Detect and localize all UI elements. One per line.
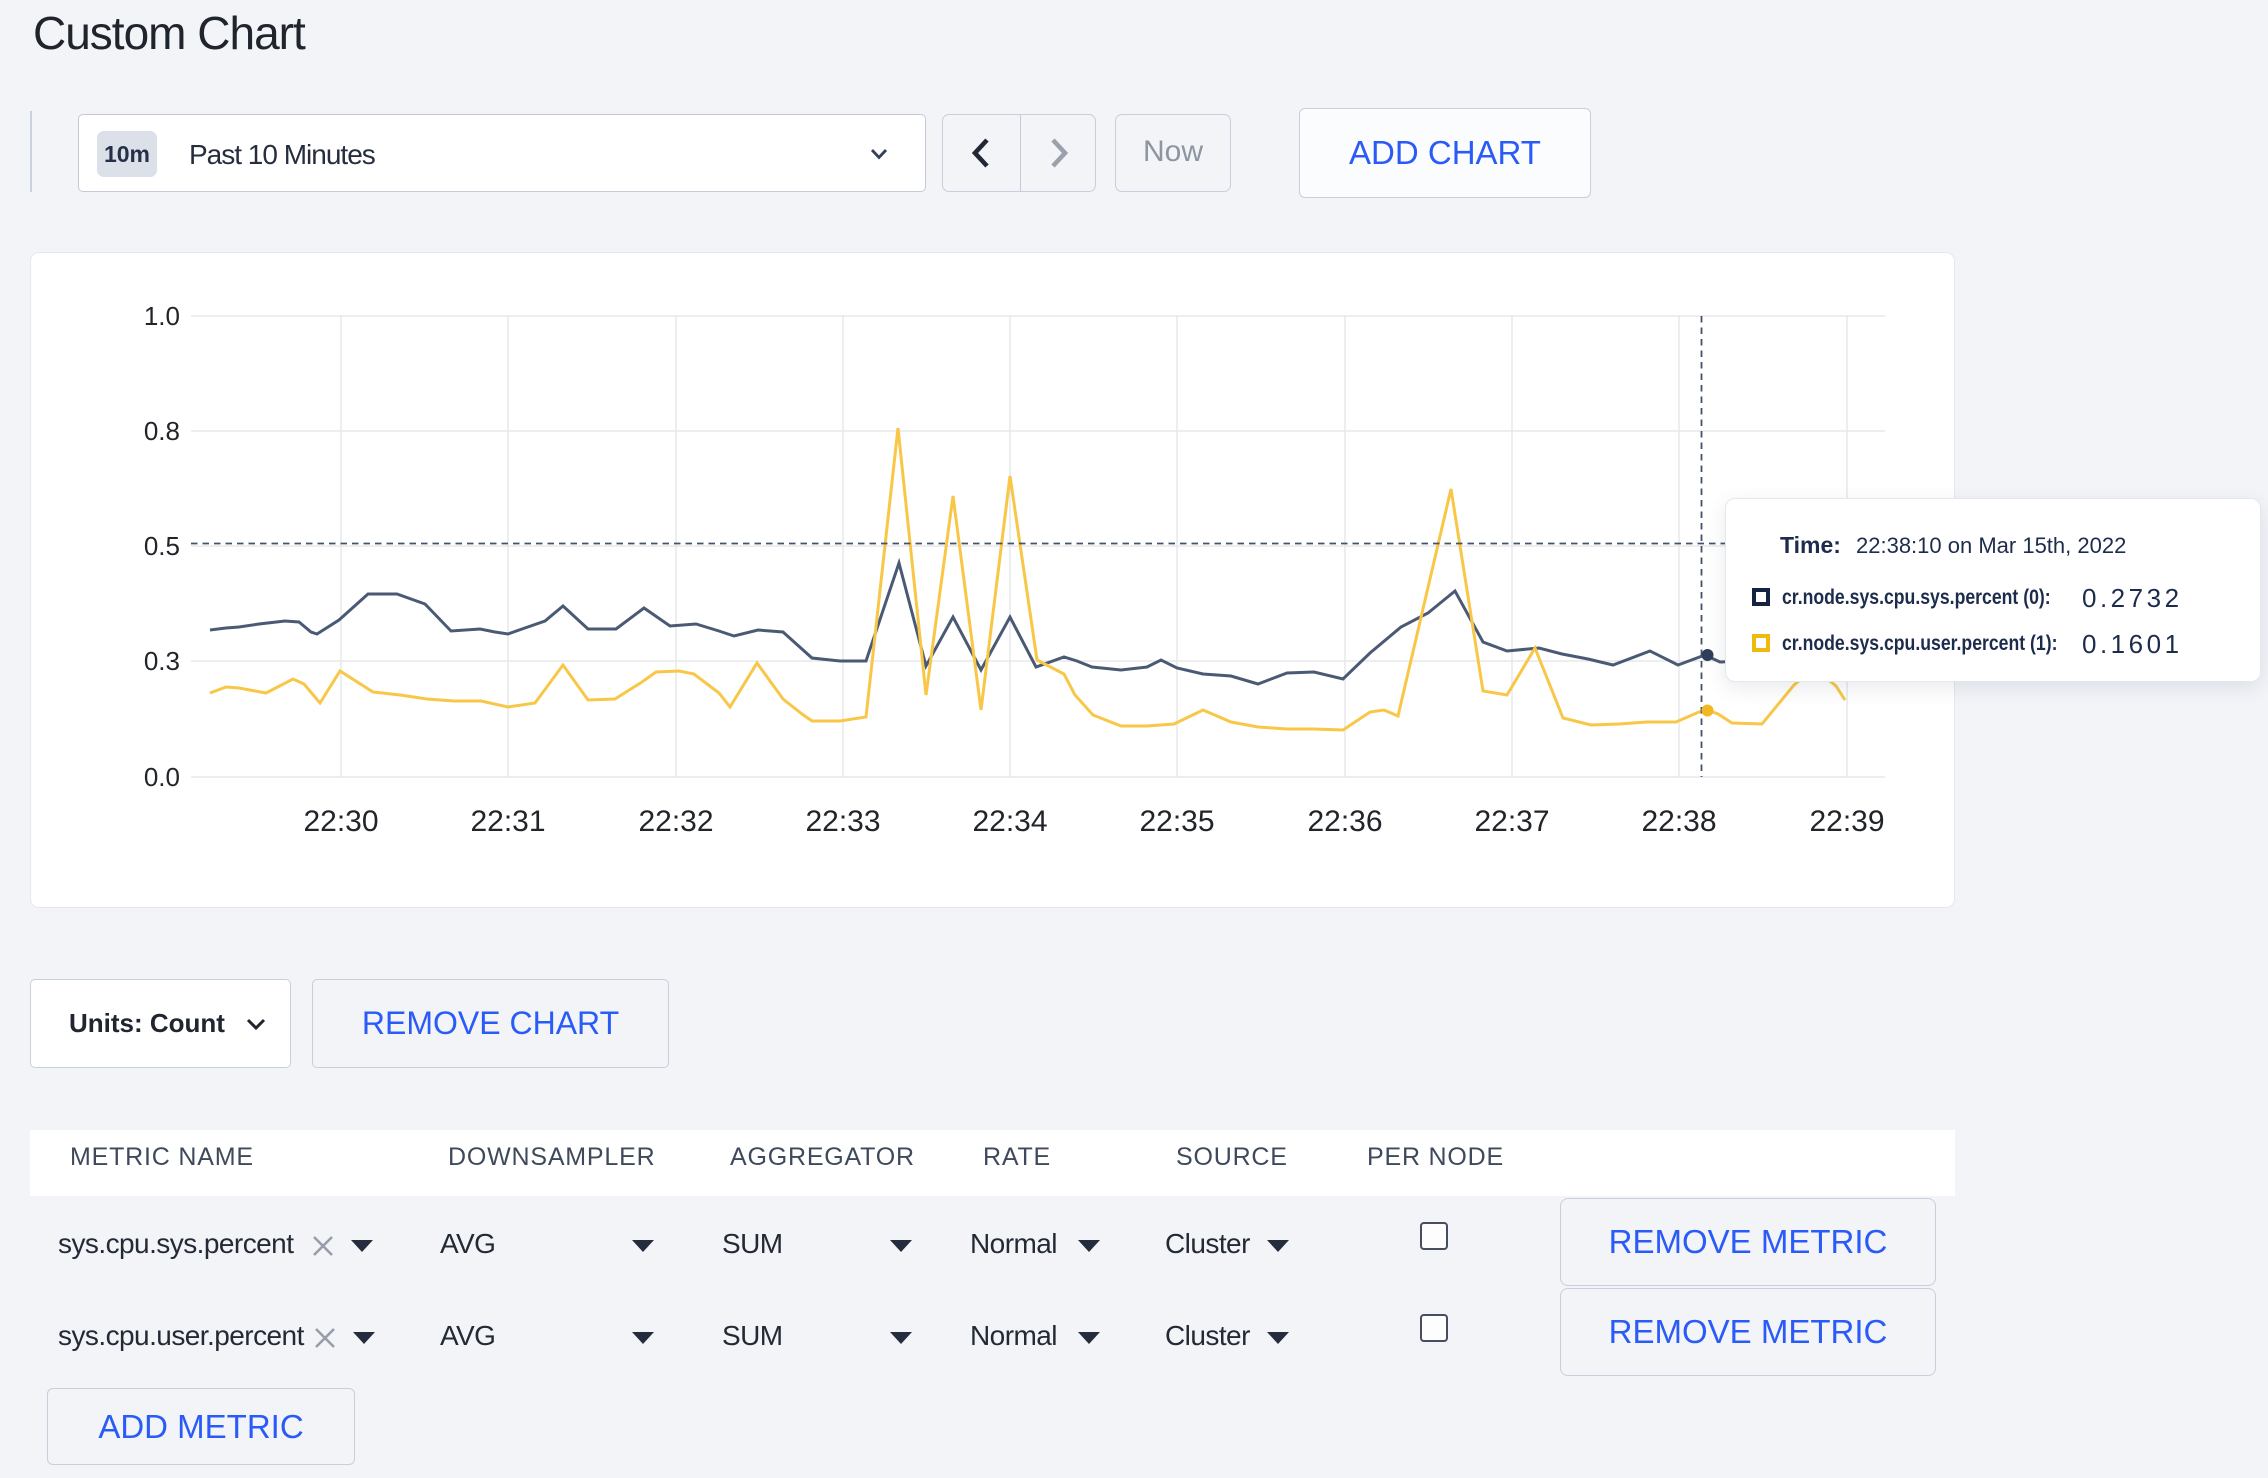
svg-text:0.3: 0.3 (144, 646, 180, 676)
svg-text:22:32: 22:32 (638, 805, 713, 838)
svg-text:22:31: 22:31 (470, 805, 545, 838)
svg-text:0.5: 0.5 (144, 531, 180, 561)
svg-text:22:30: 22:30 (303, 805, 378, 838)
svg-text:1.0: 1.0 (144, 301, 180, 331)
svg-text:22:38: 22:38 (1641, 805, 1716, 838)
svg-text:22:34: 22:34 (972, 805, 1047, 838)
svg-text:0.0: 0.0 (144, 762, 180, 792)
svg-text:22:33: 22:33 (805, 805, 880, 838)
svg-text:22:39: 22:39 (1809, 805, 1884, 838)
svg-text:22:37: 22:37 (1474, 805, 1549, 838)
svg-text:22:35: 22:35 (1139, 805, 1214, 838)
svg-text:0.8: 0.8 (144, 416, 180, 446)
svg-text:22:36: 22:36 (1307, 805, 1382, 838)
